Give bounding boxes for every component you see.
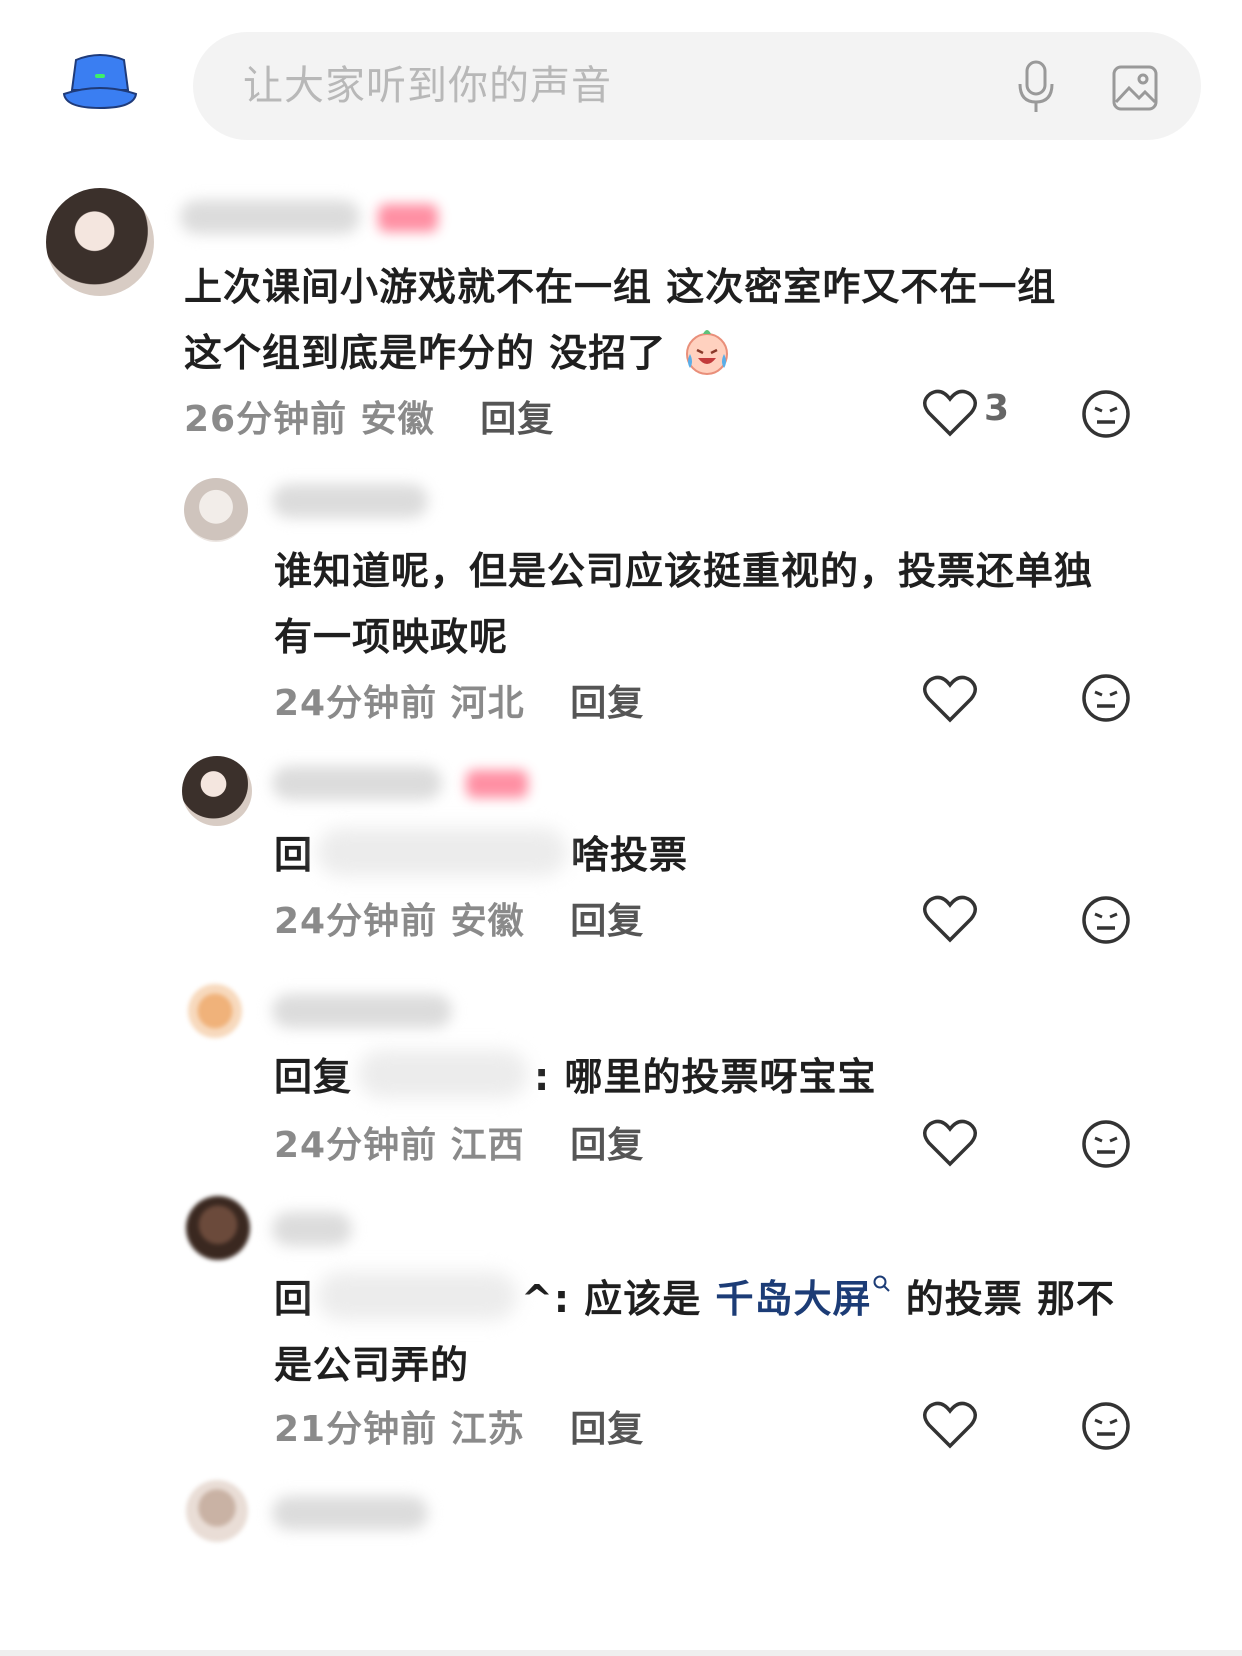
comment-input[interactable]: 让大家听到你的声音: [193, 32, 1201, 140]
comment-location: 安徽: [450, 901, 525, 942]
heart-icon[interactable]: [922, 1118, 978, 1168]
reply-button[interactable]: 回复: [570, 1409, 644, 1450]
comment-text: 谁知道呢，但是公司应该挺重视的，投票还单独 有一项映政呢: [274, 549, 1094, 659]
reply-button[interactable]: 回复: [480, 399, 554, 440]
meh-face-icon[interactable]: [1080, 1118, 1132, 1170]
comment-time: 26分钟前: [184, 399, 348, 440]
comment-composer-bar: 让大家听到你的声音: [0, 0, 1242, 150]
comment-input-placeholder: 让大家听到你的声音: [243, 63, 612, 109]
bucket-hat-avatar-icon[interactable]: [62, 52, 138, 112]
username-redacted[interactable]: [272, 766, 442, 800]
mention-redacted[interactable]: [317, 1272, 518, 1320]
heart-icon[interactable]: [922, 894, 978, 944]
comment-location: 江苏: [450, 1409, 525, 1450]
screen-bottom-edge: [0, 1650, 1242, 1656]
avatar[interactable]: [186, 1480, 248, 1542]
username-redacted[interactable]: [272, 994, 452, 1028]
comment-location: 安徽: [360, 399, 435, 440]
meh-face-icon[interactable]: [1080, 672, 1132, 724]
heart-icon[interactable]: [922, 388, 978, 438]
mic-icon[interactable]: [1015, 60, 1057, 114]
meh-face-icon[interactable]: [1080, 894, 1132, 946]
author-badge-redacted: [378, 204, 438, 232]
comment-text: 回 ^: 应该是 千岛大屏 的投票 那不 是公司弄的: [274, 1266, 1115, 1398]
comment-meta: 21分钟前 江苏 回复: [274, 1400, 644, 1452]
comment-text: 回啥投票: [274, 822, 688, 888]
reply-button[interactable]: 回复: [570, 683, 644, 724]
like-count: 3: [984, 388, 1010, 429]
avatar[interactable]: [46, 188, 154, 296]
meh-face-icon[interactable]: [1080, 1400, 1132, 1452]
comment-meta: 24分钟前 河北 回复: [274, 674, 644, 726]
comment-time: 24分钟前: [274, 1125, 438, 1166]
avatar[interactable]: [182, 756, 252, 826]
avatar[interactable]: [184, 478, 248, 542]
comment-text: 回复: 哪里的投票呀宝宝: [274, 1044, 876, 1110]
comment-meta: 24分钟前 安徽 回复: [274, 892, 644, 944]
avatar[interactable]: [186, 1196, 250, 1260]
username-redacted[interactable]: [272, 484, 428, 518]
reply-button[interactable]: 回复: [570, 1125, 644, 1166]
search-link[interactable]: 千岛大屏: [716, 1277, 872, 1321]
mention-redacted[interactable]: [317, 828, 568, 876]
comment-location: 河北: [450, 683, 525, 724]
heart-icon[interactable]: [922, 1400, 978, 1450]
image-icon[interactable]: [1111, 64, 1159, 112]
comment-text: 上次课间小游戏就不在一组 这次密室咋又不在一组 这个组到底是咋分的 没招了: [184, 265, 1057, 375]
search-icon[interactable]: [872, 1274, 892, 1298]
username-redacted[interactable]: [180, 200, 360, 234]
comment-time: 21分钟前: [274, 1409, 438, 1450]
crying-laughing-emoji-icon: [686, 330, 729, 375]
author-badge-redacted: [466, 770, 528, 798]
mention-redacted[interactable]: [358, 1050, 529, 1098]
comment-time: 24分钟前: [274, 683, 438, 724]
reply-button[interactable]: 回复: [570, 901, 644, 942]
username-redacted[interactable]: [272, 1496, 428, 1530]
meh-face-icon[interactable]: [1080, 388, 1132, 440]
comment-location: 江西: [450, 1125, 525, 1166]
comment-time: 24分钟前: [274, 901, 438, 942]
username-redacted[interactable]: [272, 1212, 352, 1246]
comment-meta: 26分钟前 安徽 回复: [184, 390, 554, 442]
heart-icon[interactable]: [922, 674, 978, 724]
avatar[interactable]: [188, 984, 242, 1038]
comment-meta: 24分钟前 江西 回复: [274, 1116, 644, 1168]
